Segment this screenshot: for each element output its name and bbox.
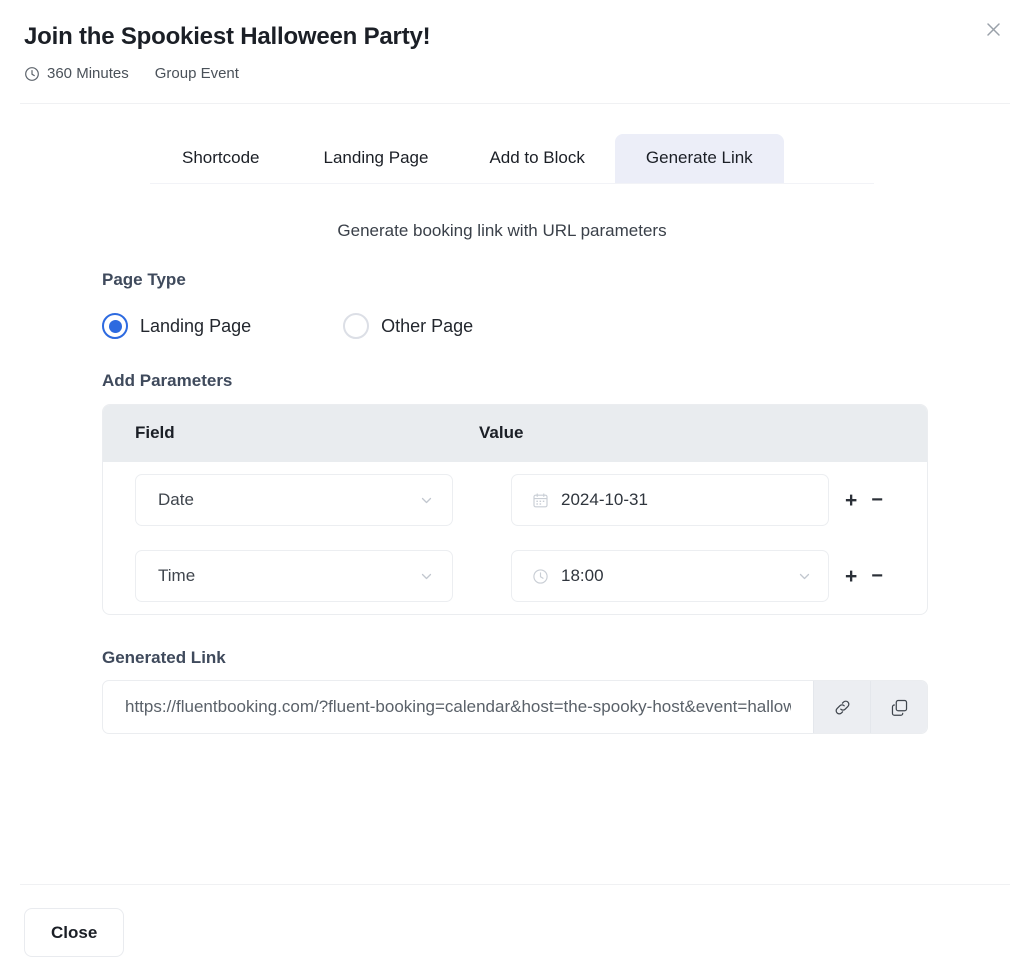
tab-landing-page[interactable]: Landing Page <box>293 134 460 183</box>
radio-landing-page-label: Landing Page <box>140 315 252 336</box>
row-value-cell: 18:00 <box>479 550 829 603</box>
row-field-cell: Time <box>103 550 479 603</box>
chevron-down-icon <box>419 493 434 508</box>
clock-icon <box>532 568 549 585</box>
duration-meta: 360 Minutes <box>24 65 129 82</box>
footer-divider <box>20 884 1010 885</box>
row-value-cell: 2024-10-31 <box>479 474 829 527</box>
page-title: Join the Spookiest Halloween Party! <box>24 23 431 50</box>
table-header-row: Field Value <box>103 405 927 463</box>
row-actions: + − <box>821 490 883 511</box>
value-input-date[interactable]: 2024-10-31 <box>511 474 829 527</box>
generated-link-row <box>102 680 928 735</box>
add-parameters-label: Add Parameters <box>102 371 233 391</box>
tab-generate-link[interactable]: Generate Link <box>614 134 784 184</box>
tab-shortcode[interactable]: Shortcode <box>150 134 293 183</box>
column-header-value: Value <box>479 423 524 443</box>
table-row: Time 18:00 + − <box>103 538 927 614</box>
generated-link-input[interactable] <box>103 681 813 734</box>
tabs-container: Shortcode Landing Page Add to Block Gene… <box>0 104 1024 185</box>
calendar-icon <box>532 492 549 509</box>
close-button[interactable]: Close <box>24 908 125 957</box>
panel-subtitle: Generate booking link with URL parameter… <box>337 221 667 241</box>
value-input-time[interactable]: 18:00 <box>511 550 829 603</box>
link-icon[interactable] <box>813 681 870 734</box>
event-type-meta: Group Event <box>155 65 239 82</box>
field-select-date[interactable]: Date <box>135 474 453 527</box>
remove-row-button[interactable]: − <box>871 566 883 586</box>
column-header-field: Field <box>135 423 175 443</box>
radio-landing-page[interactable]: Landing Page <box>102 313 252 340</box>
modal-body: Generate booking link with URL parameter… <box>0 221 1024 735</box>
value-input-time-text: 18:00 <box>561 566 604 586</box>
field-select-time[interactable]: Time <box>135 550 453 603</box>
remove-row-button[interactable]: − <box>871 490 883 510</box>
page-type-label: Page Type <box>102 270 186 290</box>
generated-link-label: Generated Link <box>102 648 226 668</box>
add-row-button[interactable]: + <box>845 566 857 587</box>
close-icon[interactable] <box>978 14 1008 44</box>
modal-header: Join the Spookiest Halloween Party! 360 … <box>0 0 1024 82</box>
clock-icon <box>24 66 40 82</box>
row-field-cell: Date <box>103 474 479 527</box>
tab-list: Shortcode Landing Page Add to Block Gene… <box>150 134 874 185</box>
table-row: Date 2024-10-31 + − <box>103 462 927 538</box>
tab-add-to-block[interactable]: Add to Block <box>459 134 614 183</box>
chevron-down-icon <box>797 569 812 584</box>
duration-text: 360 Minutes <box>47 65 129 82</box>
radio-other-page[interactable]: Other Page <box>343 313 474 340</box>
add-row-button[interactable]: + <box>845 490 857 511</box>
radio-landing-page-circle[interactable] <box>102 313 128 340</box>
event-meta: 360 Minutes Group Event <box>24 65 1000 82</box>
field-select-date-value: Date <box>158 490 194 510</box>
chevron-down-icon <box>419 569 434 584</box>
copy-icon[interactable] <box>870 681 927 734</box>
radio-other-page-circle[interactable] <box>343 313 370 340</box>
row-actions: + − <box>821 566 883 587</box>
radio-other-page-label: Other Page <box>381 315 474 336</box>
parameters-table: Field Value Date 2024-10-31 + − Time 18:… <box>102 404 928 616</box>
modal-footer: Close <box>24 908 125 957</box>
value-input-date-text: 2024-10-31 <box>561 490 648 510</box>
page-type-radio-group: Landing Page Other Page <box>102 313 1000 340</box>
event-type-text: Group Event <box>154 65 239 82</box>
field-select-time-value: Time <box>158 566 196 586</box>
